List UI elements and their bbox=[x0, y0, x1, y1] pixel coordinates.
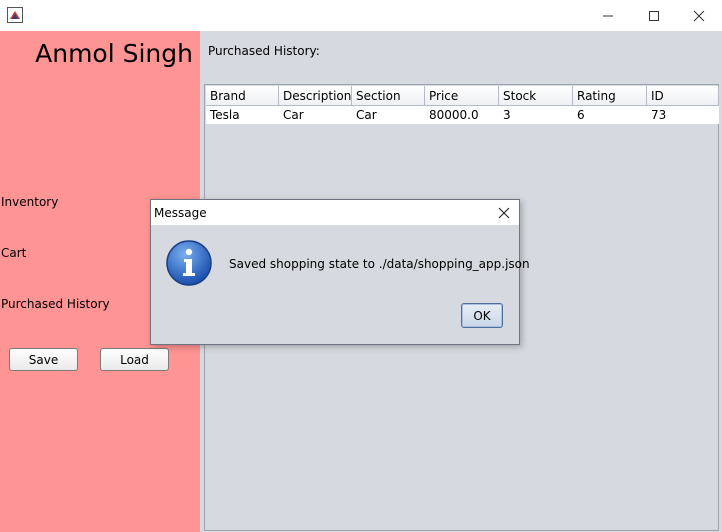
dialog-message: Saved shopping state to ./data/shopping_… bbox=[229, 257, 530, 271]
table-cell: Car bbox=[356, 108, 377, 122]
save-button[interactable]: Save bbox=[9, 348, 78, 371]
close-icon[interactable] bbox=[676, 0, 722, 31]
dialog-titlebar: Message bbox=[151, 200, 519, 225]
info-icon bbox=[165, 239, 213, 287]
table-header: Brand Description Section Price Stock Ra… bbox=[206, 86, 719, 106]
ok-button[interactable]: OK bbox=[461, 303, 503, 328]
message-dialog: Message Saved shopping state to ./data/s… bbox=[150, 199, 530, 345]
column-header-id[interactable]: ID bbox=[647, 86, 719, 106]
column-header-brand[interactable]: Brand bbox=[206, 86, 279, 106]
maximize-icon[interactable] bbox=[631, 0, 677, 31]
column-header-section[interactable]: Section bbox=[352, 86, 425, 106]
dialog-close-icon[interactable] bbox=[493, 202, 515, 224]
table-row[interactable]: Tesla Car Car 80000.0 3 6 73 bbox=[206, 106, 719, 124]
table-cell: 73 bbox=[651, 108, 667, 122]
dialog-title: Message bbox=[154, 206, 207, 220]
column-header-rating[interactable]: Rating bbox=[573, 86, 647, 106]
sidebar-item-purchased-history[interactable]: Purchased History bbox=[1, 297, 110, 311]
table-cell: Car bbox=[283, 108, 304, 122]
minimize-icon[interactable] bbox=[585, 0, 631, 31]
table-cell: Tesla bbox=[210, 108, 240, 122]
page-title: Purchased History: bbox=[208, 44, 320, 58]
table-cell: 6 bbox=[577, 108, 585, 122]
window-titlebar bbox=[0, 0, 722, 31]
sidebar-item-cart[interactable]: Cart bbox=[1, 246, 26, 260]
java-app-icon bbox=[7, 7, 23, 23]
column-header-stock[interactable]: Stock bbox=[499, 86, 573, 106]
user-name-heading: Anmol Singh bbox=[35, 39, 193, 68]
sidebar-item-inventory[interactable]: Inventory bbox=[1, 195, 58, 209]
column-header-price[interactable]: Price bbox=[425, 86, 499, 106]
table-cell: 80000.0 bbox=[429, 108, 479, 122]
load-button[interactable]: Load bbox=[100, 348, 169, 371]
table-cell: 3 bbox=[503, 108, 511, 122]
column-header-description[interactable]: Description bbox=[279, 86, 352, 106]
